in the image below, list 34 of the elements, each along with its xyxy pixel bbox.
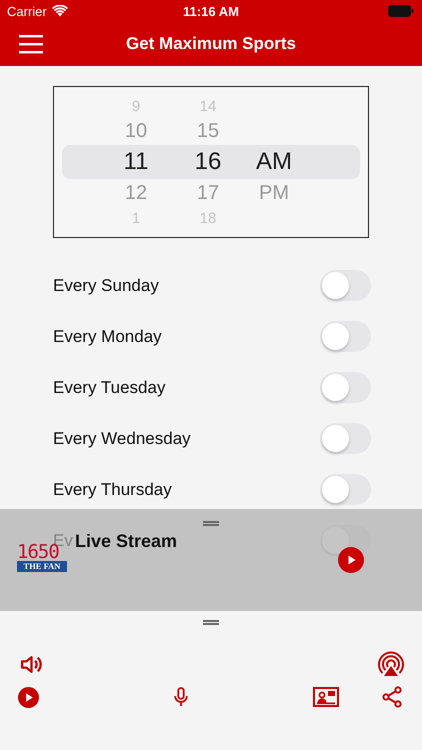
contact-card-icon[interactable] [312,687,339,707]
share-icon[interactable] [380,686,403,708]
logo-name: THE FAN [17,561,67,572]
day-toggle[interactable] [320,474,371,505]
picker-value[interactable]: 16 [194,150,222,174]
status-time: 11:16 AM [182,4,240,18]
day-toggle[interactable] [320,321,371,352]
battery-icon [388,5,414,17]
broadcast-icon[interactable] [378,651,404,677]
picker-value[interactable]: PM [259,183,289,203]
day-label: Every Thursday [53,480,172,500]
picker-value[interactable]: 12 [124,183,148,203]
picker-value[interactable]: 17 [196,183,220,203]
stream-title: Live Stream [75,531,178,552]
day-toggle[interactable] [320,270,371,301]
play-icon[interactable] [18,686,39,708]
day-label: Every Wednesday [53,428,191,448]
menu-icon[interactable] [19,34,43,54]
day-toggle[interactable] [320,423,371,454]
play-icon[interactable] [338,547,364,573]
day-label: Every Tuesday [53,378,166,398]
screen-title: Get Maximum Sports [124,34,298,54]
drag-handle[interactable] [203,521,219,526]
microphone-icon[interactable] [172,686,190,708]
picker-value[interactable]: 15 [196,121,220,141]
day-label: Every Sunday [53,276,159,296]
day-toggle[interactable] [320,372,371,403]
drag-handle[interactable] [203,620,219,625]
picker-value[interactable]: 11 [124,150,148,174]
wifi-icon [52,5,68,17]
picker-value[interactable]: 10 [124,121,148,141]
picker-value[interactable]: AM [256,150,292,174]
day-label: Every Monday [53,326,162,346]
carrier-name: Carrier [7,4,47,18]
